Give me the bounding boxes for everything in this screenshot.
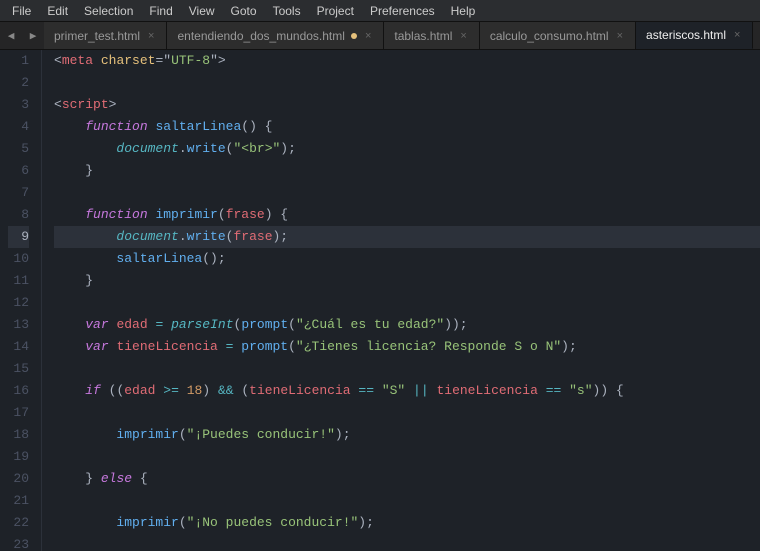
menu-tools[interactable]: Tools [265, 2, 309, 20]
line-num-22: 22 [8, 512, 29, 534]
line-num-23: 23 [8, 534, 29, 551]
code-line-3: <script> [54, 94, 760, 116]
line-num-19: 19 [8, 446, 29, 468]
code-line-14: var tieneLicencia = prompt("¿Tienes lice… [54, 336, 760, 358]
line-num-16: 16 [8, 380, 29, 402]
menu-preferences[interactable]: Preferences [362, 2, 443, 20]
line-num-3: 3 [8, 94, 29, 116]
tab-label: asteriscos.html [646, 28, 726, 42]
line-num-1: 1 [8, 50, 29, 72]
tab-label: calculo_consumo.html [490, 29, 609, 43]
code-line-22: imprimir("¡No puedes conducir!"); [54, 512, 760, 534]
tab-close-primer-test[interactable]: × [146, 29, 156, 43]
code-line-20: } else { [54, 468, 760, 490]
line-numbers: 1 2 3 4 5 6 7 8 9 10 11 12 13 14 15 16 1… [0, 50, 42, 551]
line-num-20: 20 [8, 468, 29, 490]
tab-asteriscos[interactable]: asteriscos.html × [636, 22, 753, 49]
tab-bar: ◀ ▶ primer_test.html × entendiendo_dos_m… [0, 22, 760, 50]
line-num-8: 8 [8, 204, 29, 226]
line-num-12: 12 [8, 292, 29, 314]
code-line-10: saltarLinea(); [54, 248, 760, 270]
line-num-6: 6 [8, 160, 29, 182]
menu-help[interactable]: Help [443, 2, 484, 20]
line-num-4: 4 [8, 116, 29, 138]
menu-bar: File Edit Selection Find View Goto Tools… [0, 0, 760, 22]
line-num-21: 21 [8, 490, 29, 512]
code-line-15 [54, 358, 760, 380]
line-num-5: 5 [8, 138, 29, 160]
tab-nav-left[interactable]: ◀ [0, 22, 22, 49]
code-line-19 [54, 446, 760, 468]
code-line-21 [54, 490, 760, 512]
line-num-14: 14 [8, 336, 29, 358]
menu-find[interactable]: Find [141, 2, 180, 20]
code-line-9: document.write(frase); [54, 226, 760, 248]
code-line-5: document.write("<br>"); [54, 138, 760, 160]
line-num-9: 9 [8, 226, 29, 248]
code-line-7 [54, 182, 760, 204]
code-line-23 [54, 534, 760, 551]
code-line-13: var edad = parseInt(prompt("¿Cuál es tu … [54, 314, 760, 336]
menu-selection[interactable]: Selection [76, 2, 141, 20]
menu-view[interactable]: View [181, 2, 223, 20]
code-line-16: if ((edad >= 18) && (tieneLicencia == "S… [54, 380, 760, 402]
menu-goto[interactable]: Goto [223, 2, 265, 20]
code-line-17 [54, 402, 760, 424]
tab-close-entendiendo[interactable]: × [363, 29, 373, 43]
code-line-11: } [54, 270, 760, 292]
code-line-4: function saltarLinea() { [54, 116, 760, 138]
menu-project[interactable]: Project [309, 2, 362, 20]
code-line-1: <meta charset="UTF-8"> [54, 50, 760, 72]
code-line-18: imprimir("¡Puedes conducir!"); [54, 424, 760, 446]
tab-primer-test[interactable]: primer_test.html × [44, 22, 167, 49]
menu-file[interactable]: File [4, 2, 39, 20]
code-area[interactable]: <meta charset="UTF-8"> <script> function… [42, 50, 760, 551]
tab-nav-right[interactable]: ▶ [22, 22, 44, 49]
tab-entendiendo[interactable]: entendiendo_dos_mundos.html × [167, 22, 384, 49]
tab-close-asteriscos[interactable]: × [732, 28, 742, 42]
line-num-15: 15 [8, 358, 29, 380]
line-num-11: 11 [8, 270, 29, 292]
code-line-12 [54, 292, 760, 314]
line-num-17: 17 [8, 402, 29, 424]
tab-close-tablas[interactable]: × [458, 29, 468, 43]
editor: 1 2 3 4 5 6 7 8 9 10 11 12 13 14 15 16 1… [0, 50, 760, 551]
code-line-2 [54, 72, 760, 94]
line-num-2: 2 [8, 72, 29, 94]
line-num-7: 7 [8, 182, 29, 204]
tab-label: tablas.html [394, 29, 452, 43]
tab-calculo[interactable]: calculo_consumo.html × [480, 22, 636, 49]
tab-modified-dot [351, 33, 357, 39]
menu-edit[interactable]: Edit [39, 2, 76, 20]
line-num-13: 13 [8, 314, 29, 336]
tab-label: entendiendo_dos_mundos.html [177, 29, 344, 43]
tab-close-calculo[interactable]: × [615, 29, 625, 43]
code-line-8: function imprimir(frase) { [54, 204, 760, 226]
code-line-6: } [54, 160, 760, 182]
line-num-18: 18 [8, 424, 29, 446]
tab-label: primer_test.html [54, 29, 140, 43]
line-num-10: 10 [8, 248, 29, 270]
tab-tablas[interactable]: tablas.html × [384, 22, 479, 49]
